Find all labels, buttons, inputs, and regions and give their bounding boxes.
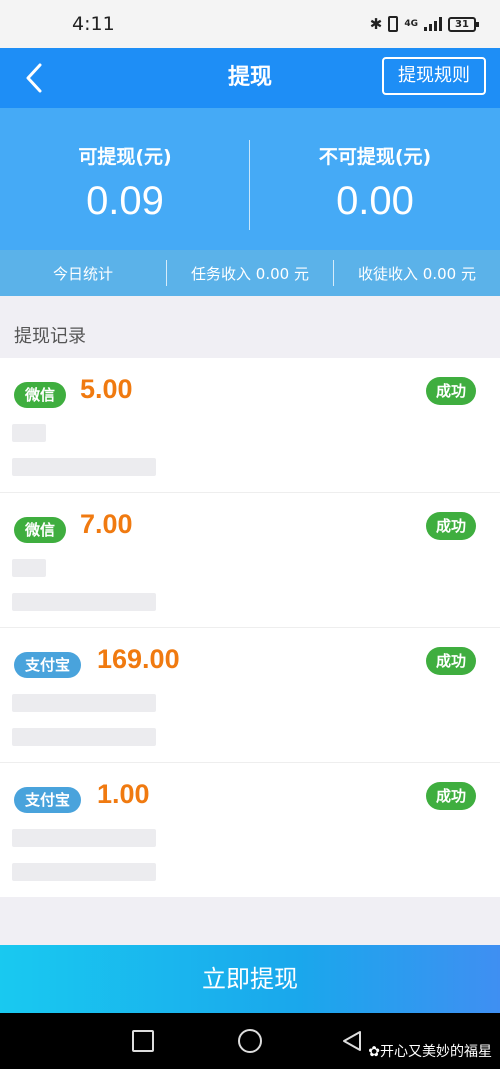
redacted-text — [12, 829, 156, 847]
record-item[interactable]: 微信 7.00 成功 — [0, 493, 500, 628]
record-item[interactable]: 支付宝 1.00 成功 — [0, 763, 500, 897]
chevron-left-icon — [26, 63, 42, 93]
record-item[interactable]: 微信 5.00 成功 — [0, 358, 500, 493]
triangle-back-icon — [343, 1031, 361, 1051]
withdrawable-label: 可提现(元) — [78, 146, 172, 168]
record-amount: 5.00 — [80, 374, 133, 404]
status-badge: 成功 — [425, 782, 476, 810]
balance-card: 可提现(元) 0.09 不可提现(元) 0.00 — [0, 108, 500, 250]
status-bar: 4:11 ✱ 4G 31 — [0, 0, 500, 48]
stat-apprentice-income: 收徒收入 0.00 元 — [358, 264, 476, 283]
record-amount: 1.00 — [97, 779, 150, 809]
status-icons: ✱ 4G 31 — [369, 15, 479, 33]
paw-icon: ✿ — [368, 1044, 380, 1060]
withdraw-now-button[interactable]: 立即提现 — [0, 945, 500, 1013]
redacted-text — [12, 559, 46, 577]
vibrate-icon — [388, 16, 399, 32]
non-withdrawable-balance: 不可提现(元) 0.00 — [250, 108, 500, 250]
nav-bar: 提现 提现规则 — [0, 48, 500, 108]
withdrawable-balance: 可提现(元) 0.09 — [0, 108, 250, 250]
channel-badge: 支付宝 — [14, 787, 82, 813]
watermark: ✿开心又美妙的福星 — [368, 1041, 492, 1061]
record-amount: 7.00 — [80, 509, 133, 539]
channel-badge: 微信 — [14, 382, 67, 408]
redacted-text — [12, 593, 156, 611]
withdraw-rules-button[interactable]: 提现规则 — [382, 57, 486, 95]
redacted-text — [12, 863, 156, 881]
bluetooth-icon: ✱ — [369, 15, 383, 33]
watermark-text: 开心又美妙的福星 — [380, 1044, 492, 1060]
record-amount: 169.00 — [97, 644, 180, 674]
status-badge: 成功 — [425, 377, 476, 405]
status-badge: 成功 — [425, 512, 476, 540]
stats-bar: 今日统计 任务收入 0.00 元 收徒收入 0.00 元 — [0, 250, 500, 296]
system-back-button[interactable] — [340, 1029, 364, 1053]
non-withdrawable-value: 0.00 — [336, 179, 414, 223]
redacted-text — [12, 424, 46, 442]
channel-badge: 微信 — [14, 517, 67, 543]
recent-apps-button[interactable] — [132, 1030, 154, 1052]
redacted-text — [12, 728, 156, 746]
redacted-text — [12, 694, 156, 712]
withdrawable-value: 0.09 — [86, 179, 164, 223]
record-list: 微信 5.00 成功 微信 7.00 成功 支付宝 169.00 成功 支付宝 … — [0, 358, 500, 897]
home-button[interactable] — [238, 1029, 262, 1053]
channel-badge: 支付宝 — [14, 652, 82, 678]
records-title: 提现记录 — [14, 326, 86, 347]
system-nav-bar: ✿开心又美妙的福星 — [0, 1013, 500, 1069]
back-button[interactable] — [16, 60, 52, 96]
battery-icon: 31 — [448, 16, 479, 32]
signal-icon — [424, 17, 442, 31]
stat-task-income: 任务收入 0.00 元 — [191, 264, 309, 283]
record-item[interactable]: 支付宝 169.00 成功 — [0, 628, 500, 763]
status-time: 4:11 — [72, 13, 115, 35]
stat-today: 今日统计 — [52, 264, 113, 283]
network-type: 4G — [404, 18, 418, 29]
status-badge: 成功 — [425, 647, 476, 675]
redacted-text — [12, 458, 156, 476]
non-withdrawable-label: 不可提现(元) — [318, 146, 432, 168]
